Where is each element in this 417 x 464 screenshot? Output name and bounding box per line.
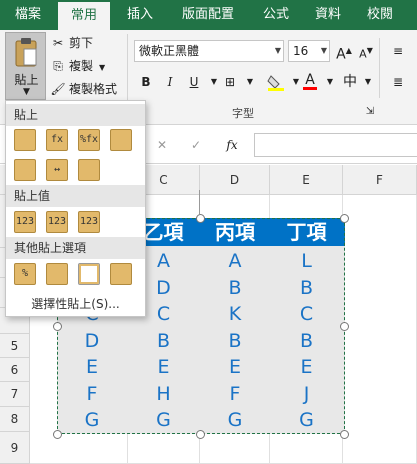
chevron-down-icon[interactable]: ▼ [320,72,340,92]
paste-formatting-icon[interactable]: % [14,263,36,285]
grid-column-f[interactable] [343,195,417,464]
resize-handle[interactable] [340,322,349,331]
row-header-8[interactable]: 8 [0,407,30,432]
column-header-d[interactable]: D [200,165,270,195]
tab-file[interactable]: 檔案 [6,0,50,30]
paste-transpose-icon[interactable] [78,159,100,181]
copy-icon: ⎘ [53,59,63,73]
resize-handle[interactable] [53,322,62,331]
row-header-6[interactable]: 6 [0,358,30,382]
tab-formulas[interactable]: 公式 [254,0,298,30]
bold-button[interactable]: B [136,72,156,92]
paste-special-menu-item[interactable]: 選擇性貼上(S)... [6,293,145,315]
paste-formulas-icon[interactable]: fx [46,129,68,151]
formula-input[interactable] [254,133,417,157]
rotate-handle-stem [199,190,200,214]
font-size-value: 16 [293,44,309,58]
chevron-down-icon: ▼ [23,87,30,97]
scissors-icon: ✂ [52,36,64,50]
paste-picture-icon[interactable] [78,263,100,285]
chevron-down-icon: ▼ [320,46,327,55]
chevron-down-icon[interactable]: ▼ [358,72,378,92]
font-group-label: 字型 [232,107,254,120]
underline-button[interactable]: U [184,72,204,92]
paste-formulas-number-format-icon[interactable]: %fx [78,129,100,151]
enter-icon[interactable]: ✓ [186,135,206,155]
tab-data[interactable]: 資料 [306,0,350,30]
tab-page-layout[interactable]: 版面配置 [170,0,246,30]
phonetic-icon[interactable]: 中 [340,72,360,92]
grow-font-button[interactable]: A▲ [334,41,354,63]
tab-home[interactable]: 常用 [58,2,110,30]
paste-button[interactable]: 貼上 ▼ [5,32,46,100]
resize-handle[interactable] [340,430,349,439]
insert-function-button[interactable]: fx [222,135,242,155]
resize-handle[interactable] [196,214,205,223]
resize-handle[interactable] [340,214,349,223]
paste-label: 貼上 [14,73,39,87]
chevron-down-icon: ▼ [99,63,106,72]
italic-button[interactable]: I [160,72,180,92]
copy-button[interactable]: ⎘ 複製 ▼ [50,56,105,76]
cut-label: 剪下 [69,36,94,50]
paste-values-section-header: 貼上值 [6,185,145,207]
fill-color-icon[interactable] [266,72,286,92]
shrink-font-button[interactable]: A▼ [356,41,376,61]
row-header-7[interactable]: 7 [0,382,30,407]
font-name-select[interactable]: 微軟正黑體 ▼ [134,40,284,62]
resize-handle[interactable] [196,430,205,439]
paste-options-menu: 貼上 fx %fx ↔ 貼上值 123 123 123 其他貼上選項 % 選擇性… [5,100,146,317]
clipboard-icon [15,38,37,67]
cut-button[interactable]: ✂ 剪下 [50,33,93,53]
chevron-down-icon: ▼ [274,46,281,55]
indent-icon[interactable]: ≣ [388,72,408,92]
font-color-icon[interactable]: A [300,70,320,90]
column-header-e[interactable]: E [270,165,343,195]
row-header-9[interactable]: 9 [0,432,30,464]
column-header-f[interactable]: F [343,165,417,195]
chevron-down-icon[interactable]: ▼ [240,72,260,92]
ribbon-separator [379,38,380,98]
format-painter-label: 複製格式 [69,82,118,96]
font-name-value: 微軟正黑體 [139,44,200,58]
paste-section-header: 貼上 [6,104,145,126]
paste-values-number-format-icon[interactable]: 123 [46,211,68,233]
format-painter-button[interactable]: 🖌 複製格式 [50,79,117,99]
paste-values-source-format-icon[interactable]: 123 [78,211,100,233]
paste-linked-picture-icon[interactable] [110,263,132,285]
paintbrush-icon: 🖌 [50,82,66,96]
font-size-select[interactable]: 16 ▼ [288,40,330,62]
paste-no-borders-icon[interactable] [14,159,36,181]
other-paste-section-header: 其他貼上選項 [6,237,145,259]
cancel-icon[interactable]: ✕ [152,135,172,155]
copy-label: 複製 [69,59,94,73]
paste-keep-column-widths-icon[interactable]: ↔ [46,159,68,181]
align-left-icon[interactable]: ≡ [384,41,412,61]
resize-handle[interactable] [53,430,62,439]
row-header-5[interactable]: 5 [0,334,30,358]
dialog-launcher-icon[interactable]: ⇲ [360,102,380,122]
ribbon-tab-bar: 檔案 常用 插入 版面配置 公式 資料 校閱 [0,0,417,30]
paste-keep-source-format-icon[interactable] [110,129,132,151]
paste-values-icon[interactable]: 123 [14,211,36,233]
tab-insert[interactable]: 插入 [118,0,162,30]
paste-link-icon[interactable] [46,263,68,285]
border-icon[interactable]: ⊞ [220,72,240,92]
paste-icon[interactable] [14,129,36,151]
tab-review[interactable]: 校閱 [358,0,402,30]
